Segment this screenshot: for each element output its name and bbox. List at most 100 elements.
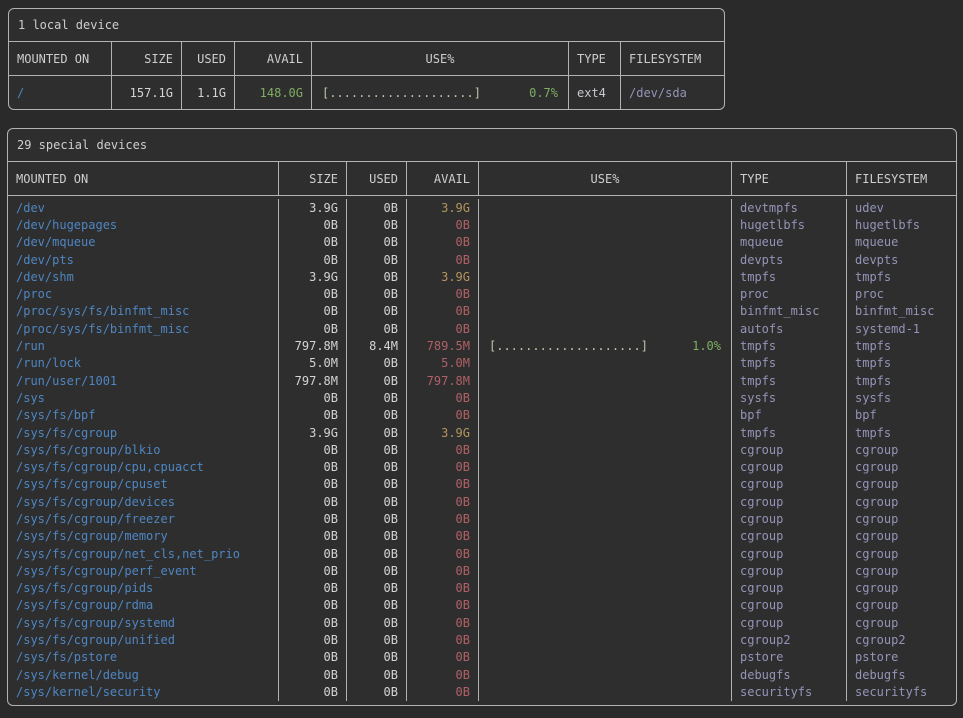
table-row: /sys0B0B0Bsysfssysfs bbox=[8, 389, 956, 406]
type-cell: cgroup bbox=[731, 493, 846, 510]
size-cell: 3.9G bbox=[278, 268, 346, 285]
avail-cell: 0B bbox=[406, 683, 478, 700]
header-filesystem: FILESYSTEM bbox=[620, 42, 724, 75]
table-row: /proc0B0B0Bprocproc bbox=[8, 285, 956, 302]
size-cell: 0B bbox=[278, 320, 346, 337]
usage-cell bbox=[478, 320, 731, 337]
mount-cell: /dev/hugepages bbox=[8, 216, 278, 233]
table-row: /proc/sys/fs/binfmt_misc0B0B0Bautofssyst… bbox=[8, 320, 956, 337]
filesystem-cell: cgroup bbox=[846, 458, 956, 475]
type-cell: bpf bbox=[731, 407, 846, 424]
used-cell: 0B bbox=[346, 251, 406, 268]
header-avail: AVAIL bbox=[234, 42, 311, 75]
table-row: / 157.1G 1.1G 148.0G [..................… bbox=[9, 76, 724, 109]
size-cell: 0B bbox=[278, 562, 346, 579]
filesystem-cell: tmpfs bbox=[846, 372, 956, 389]
type-cell: cgroup bbox=[731, 458, 846, 475]
filesystem-cell: tmpfs bbox=[846, 355, 956, 372]
filesystem-cell: cgroup bbox=[846, 545, 956, 562]
local-devices-title: 1 local device bbox=[9, 9, 724, 42]
filesystem-cell: cgroup bbox=[846, 614, 956, 631]
used-cell: 0B bbox=[346, 441, 406, 458]
filesystem-cell: proc bbox=[846, 285, 956, 302]
type-cell: proc bbox=[731, 285, 846, 302]
avail-cell: 797.8M bbox=[406, 372, 478, 389]
size-cell: 0B bbox=[278, 666, 346, 683]
avail-cell: 5.0M bbox=[406, 355, 478, 372]
table-row: /sys/fs/cgroup/perf_event0B0B0Bcgroupcgr… bbox=[8, 562, 956, 579]
type-cell: cgroup bbox=[731, 545, 846, 562]
mount-cell: / bbox=[9, 76, 111, 109]
avail-cell: 3.9G bbox=[406, 424, 478, 441]
table-row: /sys/fs/cgroup/devices0B0B0Bcgroupcgroup bbox=[8, 493, 956, 510]
special-devices-table: 29 special devices MOUNTED ON SIZE USED … bbox=[7, 128, 957, 706]
avail-cell: 0B bbox=[406, 528, 478, 545]
usage-cell: [....................]1.0% bbox=[478, 337, 731, 354]
filesystem-cell: cgroup bbox=[846, 493, 956, 510]
usage-cell bbox=[478, 666, 731, 683]
table-row: /sys/fs/pstore0B0B0Bpstorepstore bbox=[8, 649, 956, 666]
filesystem-cell: pstore bbox=[846, 649, 956, 666]
used-cell: 0B bbox=[346, 528, 406, 545]
used-cell: 1.1G bbox=[181, 76, 234, 109]
usage-percent: 1.0% bbox=[692, 339, 721, 353]
size-cell: 0B bbox=[278, 285, 346, 302]
size-cell: 0B bbox=[278, 216, 346, 233]
used-cell: 0B bbox=[346, 649, 406, 666]
filesystem-cell: hugetlbfs bbox=[846, 216, 956, 233]
table-row: /run/lock5.0M0B5.0Mtmpfstmpfs bbox=[8, 355, 956, 372]
table-row: /sys/fs/cgroup/pids0B0B0Bcgroupcgroup bbox=[8, 580, 956, 597]
usage-cell bbox=[478, 268, 731, 285]
type-cell: autofs bbox=[731, 320, 846, 337]
mount-cell: /sys/fs/cgroup/net_cls,net_prio bbox=[8, 545, 278, 562]
table-row: /run/user/1001797.8M0B797.8Mtmpfstmpfs bbox=[8, 372, 956, 389]
table-row: /sys/fs/cgroup/net_cls,net_prio0B0B0Bcgr… bbox=[8, 545, 956, 562]
avail-cell: 0B bbox=[406, 649, 478, 666]
filesystem-cell: cgroup bbox=[846, 441, 956, 458]
type-cell: tmpfs bbox=[731, 355, 846, 372]
avail-cell: 0B bbox=[406, 631, 478, 648]
type-cell: sysfs bbox=[731, 389, 846, 406]
type-cell: cgroup bbox=[731, 597, 846, 614]
used-cell: 0B bbox=[346, 389, 406, 406]
usage-cell bbox=[478, 251, 731, 268]
table-row: /sys/fs/cgroup/rdma0B0B0Bcgroupcgroup bbox=[8, 597, 956, 614]
special-table-body: /dev3.9G0B3.9Gdevtmpfsudev/dev/hugepages… bbox=[8, 196, 956, 705]
mount-cell: /sys/fs/cgroup/devices bbox=[8, 493, 278, 510]
size-cell: 0B bbox=[278, 545, 346, 562]
type-cell: mqueue bbox=[731, 234, 846, 251]
mount-cell: /dev/pts bbox=[8, 251, 278, 268]
avail-cell: 789.5M bbox=[406, 337, 478, 354]
usage-cell bbox=[478, 562, 731, 579]
usage-cell bbox=[478, 528, 731, 545]
special-devices-title: 29 special devices bbox=[8, 129, 956, 162]
size-cell: 5.0M bbox=[278, 355, 346, 372]
avail-cell: 0B bbox=[406, 580, 478, 597]
type-cell: cgroup bbox=[731, 510, 846, 527]
mount-cell: /sys/fs/cgroup/cpu,cpuacct bbox=[8, 458, 278, 475]
type-cell: tmpfs bbox=[731, 268, 846, 285]
mount-cell: /run/user/1001 bbox=[8, 372, 278, 389]
size-cell: 0B bbox=[278, 458, 346, 475]
avail-cell: 0B bbox=[406, 285, 478, 302]
avail-cell: 0B bbox=[406, 234, 478, 251]
header-type: TYPE bbox=[731, 162, 846, 195]
size-cell: 0B bbox=[278, 649, 346, 666]
usage-bar: [....................] bbox=[322, 86, 481, 100]
header-size: SIZE bbox=[111, 42, 181, 75]
filesystem-cell: cgroup bbox=[846, 476, 956, 493]
type-cell: devpts bbox=[731, 251, 846, 268]
used-cell: 0B bbox=[346, 372, 406, 389]
mount-cell: /sys/fs/pstore bbox=[8, 649, 278, 666]
used-cell: 0B bbox=[346, 545, 406, 562]
avail-cell: 0B bbox=[406, 614, 478, 631]
size-cell: 0B bbox=[278, 303, 346, 320]
filesystem-cell: cgroup bbox=[846, 580, 956, 597]
type-cell: cgroup bbox=[731, 441, 846, 458]
size-cell: 0B bbox=[278, 597, 346, 614]
size-cell: 0B bbox=[278, 510, 346, 527]
used-cell: 0B bbox=[346, 303, 406, 320]
size-cell: 157.1G bbox=[111, 76, 181, 109]
terminal-screen: { "table1": { "title": "1 local device",… bbox=[0, 8, 963, 718]
used-cell: 0B bbox=[346, 614, 406, 631]
